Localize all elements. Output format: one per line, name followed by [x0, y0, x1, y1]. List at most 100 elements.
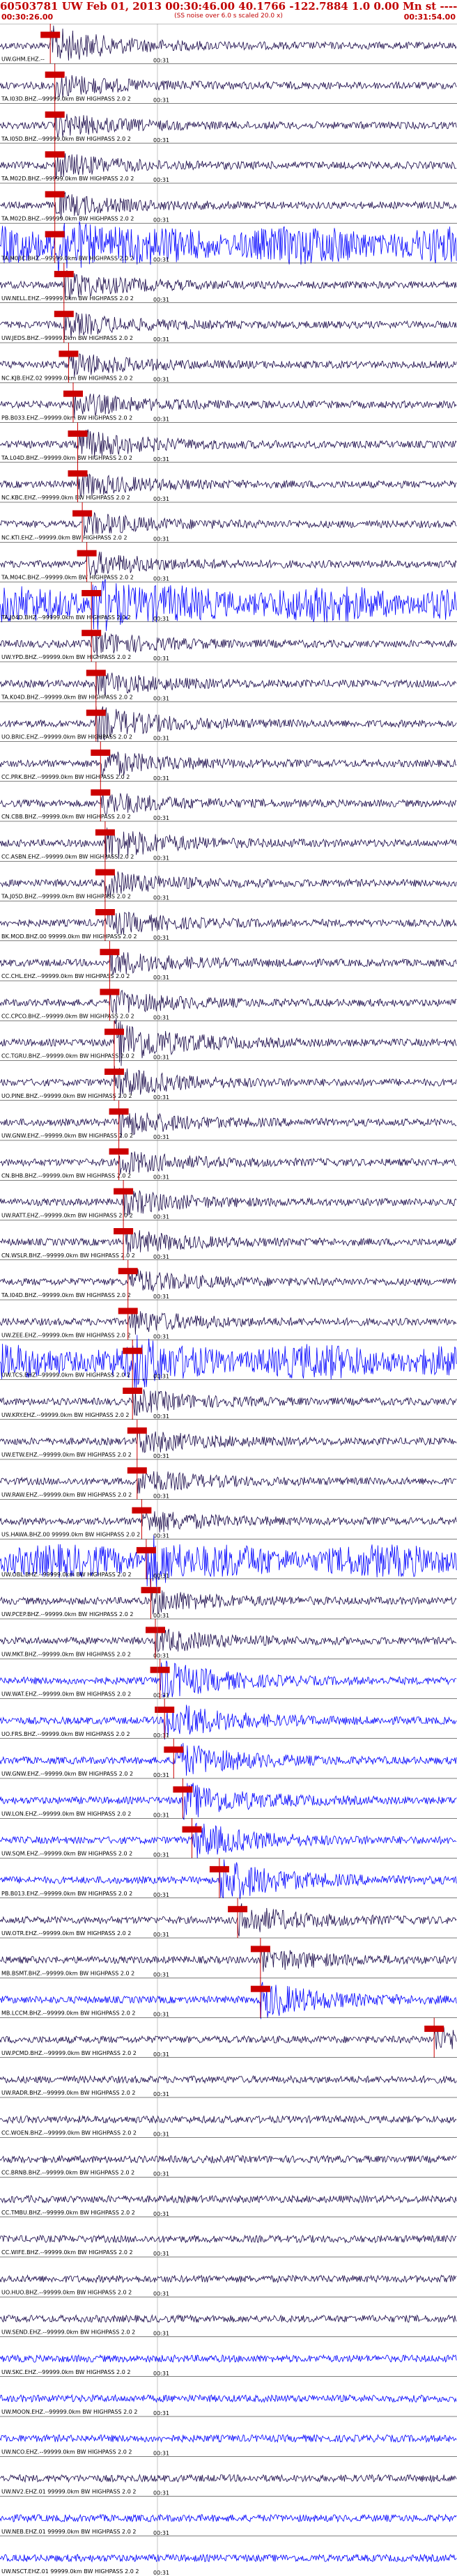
- time-tick-label: 00:31: [153, 1374, 169, 1380]
- channel-row: TA.K04D.BHZ.--99999.0km BW HIGHPASS 2.0 …: [0, 661, 457, 702]
- waveform-trace: [0, 908, 457, 935]
- time-tick-label: 00:31: [153, 855, 169, 861]
- channel-row: TA.I03D.BHZ.--99999.0km BW HIGHPASS 2.0 …: [0, 63, 457, 104]
- time-tick-label: 00:31: [153, 2211, 169, 2217]
- time-tick-label: 00:31: [153, 2530, 169, 2536]
- channel-label: TA.I03D.BHZ.--99999.0km BW HIGHPASS 2.0 …: [1, 96, 131, 102]
- time-tick-label: 00:31: [153, 1413, 169, 1420]
- channel-label: UW.MOON.EHZ.--99999.0km BW HIGHPASS 2.0 …: [1, 2409, 137, 2415]
- time-tick-label: 00:31: [153, 815, 169, 821]
- channel-row: UW.MOON.EHZ.--99999.0km BW HIGHPASS 2.0 …: [0, 2376, 457, 2416]
- waveform-trace: [0, 2234, 457, 2244]
- waveform-trace: [0, 2513, 457, 2523]
- channel-row: UW.RADR.BHZ.--99999.0km BW HIGHPASS 2.0 …: [0, 2057, 457, 2097]
- time-tick-label: 00:31: [153, 1094, 169, 1101]
- channel-row: UW.ZEE.EHZ.--99999.0km BW HIGHPASS 2.0 2…: [0, 1299, 457, 1340]
- waveform-trace: [0, 1627, 457, 1654]
- time-tick-label: 00:31: [153, 1892, 169, 1898]
- waveform-trace: [0, 2194, 457, 2204]
- time-tick-label: 00:31: [153, 2410, 169, 2416]
- channel-label: UW.RATT.EHZ.--99999.0km BW HIGHPASS 2.0 …: [1, 1213, 133, 1219]
- time-tick-label: 00:31: [153, 217, 169, 223]
- waveform-trace: [0, 192, 457, 219]
- channel-row: UW.OTR.EHZ.--99999.0km BW HIGHPASS 2.0 2…: [0, 1898, 457, 1938]
- time-tick-label: 00:31: [153, 2290, 169, 2297]
- channel-row: UW.RAW.EHZ.--99999.0km BW HIGHPASS 2.0 2…: [0, 1459, 457, 1500]
- channel-label: US.HAWA.BHZ.00 99999.0km BW HIGHPASS 2.0…: [1, 1532, 140, 1538]
- time-tick-label: 00:31: [153, 2490, 169, 2497]
- time-tick-label: 00:31: [153, 1772, 169, 1778]
- channel-row: UW.YPD.BHZ.--99999.0km BW HIGHPASS 2.0 2…: [0, 621, 457, 662]
- channel-label: UO.PINE.BHZ.--99999.0km BW HIGHPASS 2.0 …: [1, 1093, 132, 1099]
- channel-label: UW.GNW.EHZ.--99999.0km BW HIGHPASS 2.0 2: [1, 1133, 133, 1139]
- time-tick-label: 00:31: [153, 1333, 169, 1340]
- channel-label: CC.BRNB.BHZ.--99999.0km BW HIGHPASS 2.0 …: [1, 2170, 134, 2176]
- waveform-trace: [0, 579, 457, 631]
- channel-label: UW.ZEE.EHZ.--99999.0km BW HIGHPASS 2.0 2: [1, 1332, 131, 1338]
- channel-label: UO.BRIC.EHZ.--99999.0km BW HIGHPASS 2.0 …: [1, 734, 132, 740]
- time-tick-label: 00:31: [153, 2450, 169, 2456]
- channel-label: PB.B013.EHZ.--99999.0km BW HIGHPASS 2.0 …: [1, 1891, 132, 1897]
- time-tick-label: 00:31: [153, 2570, 169, 2576]
- time-tick-label: 00:31: [153, 1493, 169, 1499]
- time-tick-label: 00:31: [153, 775, 169, 782]
- channel-row: TA.M02D.BHZ.--99999.0km BW HIGHPASS 2.0 …: [0, 183, 457, 224]
- channel-label: TA.K04D.BHZ.--99999.0km BW HIGHPASS 2.0 …: [1, 694, 133, 700]
- channel-label: UW.RADR.BHZ.--99999.0km BW HIGHPASS 2.0 …: [1, 2090, 136, 2096]
- channel-row: US.HAWA.BHZ.00 99999.0km BW HIGHPASS 2.0…: [0, 1498, 457, 1539]
- waveform-trace: [0, 1588, 457, 1615]
- channel-label: UO.FRS.BHZ.--99999.0km BW HIGHPASS 2.0 2: [1, 1731, 130, 1737]
- time-tick-label: 00:31: [153, 1014, 169, 1021]
- waveform-trace: [0, 510, 457, 536]
- channel-row: TA.J05D.BHZ.--99999.0km BW HIGHPASS 2.0 …: [0, 860, 457, 901]
- channel-row: PB.B033.EHZ.--99999.0km BW HIGHPASS 2.0 …: [0, 382, 457, 423]
- seismogram-header: 60503781 UW Feb 01, 2013 00:30:46.00 40.…: [0, 0, 457, 24]
- event-title: 60503781 UW Feb 01, 2013 00:30:46.00 40.…: [0, 0, 457, 13]
- scale-note: (SS noise over 6.0 s scaled 20.0 x): [174, 13, 283, 20]
- channel-label: UW.NELL.EHZ.--99999.0km BW HIGHPASS 2.0 …: [1, 295, 134, 302]
- time-tick-label: 00:31: [153, 257, 169, 263]
- channel-row: UW.NV2.EHZ.01 99999.0km BW HIGHPASS 2.0 …: [0, 2455, 457, 2497]
- channel-label: CN.BHB.BHZ.--99999.0km BW HIGHPASS 2.0 2: [1, 1172, 131, 1179]
- waveform-trace: [0, 1188, 457, 1216]
- channel-row: BK.MOD.BHZ.00 99999.0km BW HIGHPASS 2.0 …: [0, 901, 457, 941]
- time-tick-label: 00:31: [153, 695, 169, 701]
- time-tick-label: 00:31: [153, 417, 169, 423]
- time-tick-label: 00:31: [153, 1055, 169, 1061]
- time-tick-label: 00:31: [153, 576, 169, 582]
- channel-label: CN.CBB.BHZ.--99999.0km BW HIGHPASS 2.0 2: [1, 814, 131, 820]
- channel-label: PB.B033.EHZ.--99999.0km BW HIGHPASS 2.0 …: [1, 415, 132, 421]
- channel-label: UW.YPD.BHZ.--99999.0km BW HIGHPASS 2.0 2: [1, 654, 131, 660]
- waveform-trace: [0, 989, 457, 1015]
- channel-label: UW.WAT.EHZ.--99999.0km BW HIGHPASS 2.0 2: [1, 1691, 131, 1698]
- time-tick-label: 00:31: [153, 2012, 169, 2018]
- time-tick-label: 00:31: [153, 1294, 169, 1300]
- channel-row: MB.LCCM.BHZ.--99999.0km BW HIGHPASS 2.0 …: [0, 1977, 457, 2019]
- waveform-trace: [0, 790, 457, 816]
- time-tick-label: 00:31: [153, 895, 169, 901]
- channel-row: TA.M02D.BHZ.--99999.0km BW HIGHPASS 2.0 …: [0, 143, 457, 183]
- channel-label: UW.PCEP.BHZ.--99999.0km BW HIGHPASS 2.0 …: [1, 1611, 133, 1617]
- waveform-trace: [0, 2114, 457, 2125]
- channel-label: CC.CPCO.BHZ.--99999.0km BW HIGHPASS 2.0 …: [1, 1013, 134, 1019]
- channel-row: TA.M04C.BHZ.--99999.0km BW HIGHPASS 2.0 …: [0, 541, 457, 582]
- channel-row: CC.TGRU.BHZ.--99999.0km BW HIGHPASS 2.0 …: [0, 1018, 457, 1066]
- channel-row: MB.BSMT.BHZ.--99999.0km BW HIGHPASS 2.0 …: [0, 1937, 457, 1978]
- channel-row: TA.L04D.BHZ.--99999.0km BW HIGHPASS 2.0 …: [0, 422, 457, 463]
- channel-label: CC.TGRU.BHZ.--99999.0km BW HIGHPASS 2.0 …: [1, 1053, 134, 1060]
- channel-label: UW.JEDS.BHZ.--99999.0km BW HIGHPASS 2.0 …: [1, 335, 133, 341]
- channel-label: CC.CHL.EHZ.--99999.0km BW HIGHPASS 2.0 2: [1, 973, 130, 979]
- channel-row: CC.ASBN.EHZ.--99999.0km BW HIGHPASS 2.0 …: [0, 821, 457, 862]
- channel-row: PB.B013.EHZ.--99999.0km BW HIGHPASS 2.0 …: [0, 1858, 457, 1900]
- waveform-trace: [0, 25, 457, 61]
- channel-label: TA.M02D.BHZ.--99999.0km BW HIGHPASS 2.0 …: [1, 176, 134, 182]
- channel-row: CC.WIFE.BHZ.--99999.0km BW HIGHPASS 2.0 …: [0, 2217, 457, 2257]
- channel-row: UW.RATT.EHZ.--99999.0km BW HIGHPASS 2.0 …: [0, 1179, 457, 1220]
- channel-row: UW.KRY.EHZ.--99999.0km BW HIGHPASS 2.0 2…: [0, 1379, 457, 1420]
- channel-label: TA.I05D.BHZ.--99999.0km BW HIGHPASS 2.0 …: [1, 136, 131, 142]
- channel-label: NC.KBC.EHZ.--99999.0km BW HIGHPASS 2.0 2: [1, 495, 130, 501]
- channel-row: CN.WSLR.BHZ.--99999.0km BW HIGHPASS 2.0 …: [0, 1220, 457, 1260]
- channel-row: UW.GHM.EHZ.-- 00:31: [0, 24, 457, 63]
- channel-row: CC.CHL.EHZ.--99999.0km BW HIGHPASS 2.0 2…: [0, 940, 457, 981]
- channel-label: TA.M02D.BHZ.--99999.0km BW HIGHPASS 2.0 …: [1, 215, 134, 222]
